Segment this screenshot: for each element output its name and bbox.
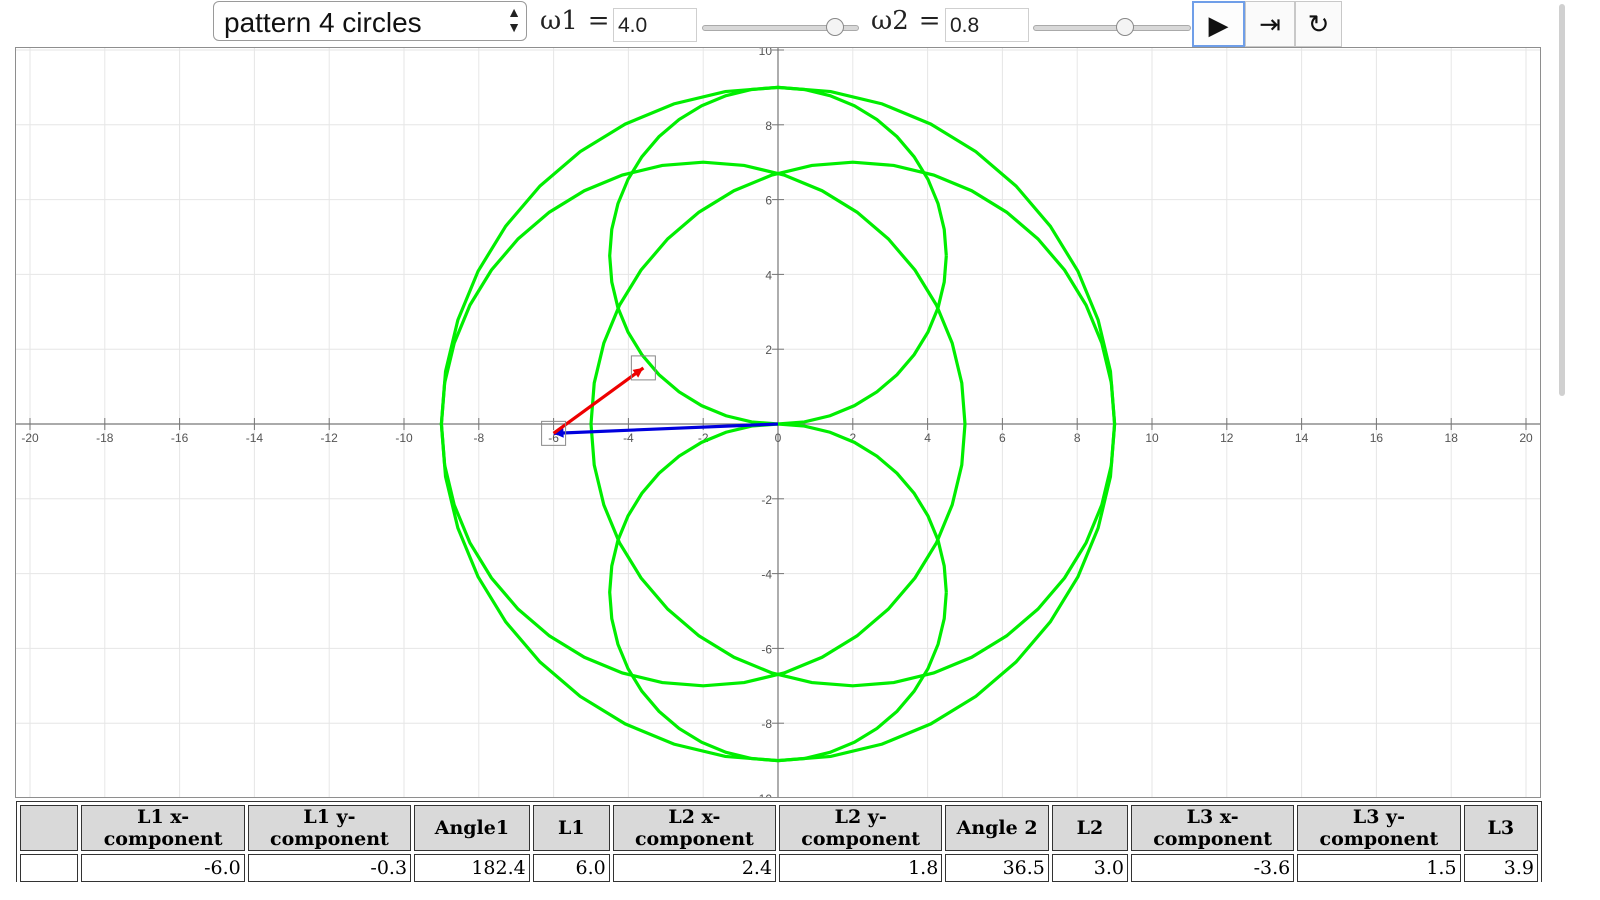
x-tick-label: 14 xyxy=(1295,431,1309,445)
y-tick-label: -2 xyxy=(761,493,772,507)
x-tick-label: 12 xyxy=(1220,431,1234,445)
table-header-cell xyxy=(20,805,79,851)
y-tick-label: -10 xyxy=(755,792,773,798)
table-cell: -6.0 xyxy=(81,854,245,882)
table-header-cell: L2 y-component xyxy=(779,805,943,851)
x-tick-label: -8 xyxy=(473,431,484,445)
x-tick-label: 6 xyxy=(999,431,1006,445)
table-row: -6.0 -0.3 182.4 6.0 2.4 1.8 36.5 3.0 -3.6 1.5 3.9 xyxy=(20,854,1538,882)
play-button[interactable]: ▶ xyxy=(1192,1,1245,47)
omega1-slider-thumb[interactable] xyxy=(826,18,845,36)
x-tick-label: 10 xyxy=(1145,431,1159,445)
toolbar: pattern 4 circles ▲ ▼ ω1 = 4.0 ω2 = 0.8 ▶ ⇥… xyxy=(0,0,1568,48)
x-tick-label: 4 xyxy=(924,431,931,445)
table-cell: 1.8 xyxy=(779,854,943,882)
table-cell xyxy=(20,854,79,882)
x-tick-label: -12 xyxy=(321,431,339,445)
table-cell: -3.6 xyxy=(1130,854,1295,882)
table-header-cell: L1 xyxy=(532,805,610,851)
table-cell: 3.0 xyxy=(1051,854,1128,882)
omega1-label: ω1 = xyxy=(540,6,610,36)
y-tick-label: 2 xyxy=(765,343,772,357)
x-tick-label: -18 xyxy=(96,431,114,445)
table-header-cell: Angle1 xyxy=(414,805,530,851)
omega2-slider[interactable] xyxy=(1033,18,1191,38)
omega2-label: ω2 = xyxy=(871,6,941,36)
select-arrows-icon: ▲ ▼ xyxy=(507,4,521,35)
pattern-select[interactable]: pattern 4 circles ▲ ▼ xyxy=(213,1,527,41)
table-header-cell: Angle 2 xyxy=(945,805,1049,851)
y-tick-label: 8 xyxy=(765,119,772,133)
x-tick-label: 18 xyxy=(1445,431,1459,445)
play-icon: ▶ xyxy=(1208,10,1229,40)
x-tick-label: 16 xyxy=(1370,431,1384,445)
x-tick-label: -16 xyxy=(171,431,189,445)
y-tick-label: -8 xyxy=(761,717,772,731)
y-tick-label: 10 xyxy=(759,48,773,58)
table-header-cell: L3 y-component xyxy=(1297,805,1461,851)
omega2-slider-thumb[interactable] xyxy=(1115,18,1134,36)
table-cell: 3.9 xyxy=(1463,854,1538,882)
table-cell: 2.4 xyxy=(612,854,777,882)
x-tick-label: -14 xyxy=(246,431,264,445)
table-header-cell: L2 xyxy=(1051,805,1128,851)
x-tick-label: -10 xyxy=(395,431,413,445)
table-header-cell: L2 x-component xyxy=(612,805,777,851)
page-scrollbar-thumb[interactable] xyxy=(1559,4,1565,396)
table-cell: -0.3 xyxy=(247,854,412,882)
y-tick-label: 6 xyxy=(765,194,772,208)
reset-button[interactable]: ↻ xyxy=(1295,1,1342,47)
table-header-cell: L1 y-component xyxy=(247,805,412,851)
page-scrollbar[interactable] xyxy=(1557,0,1568,400)
table-header-row: L1 x-component L1 y-component Angle1 L1 L2 x… xyxy=(20,805,1538,851)
table-cell: 182.4 xyxy=(414,854,530,882)
x-tick-label: 20 xyxy=(1519,431,1533,445)
x-tick-label: -4 xyxy=(623,431,634,445)
x-tick-label: 8 xyxy=(1074,431,1081,445)
data-table: L1 x-component L1 y-component Angle1 L1 L2 x… xyxy=(16,801,1542,882)
reset-icon: ↻ xyxy=(1307,9,1330,39)
table-header-cell: L3 xyxy=(1463,805,1538,851)
omega2-slider-track xyxy=(1033,25,1191,31)
table-cell: 36.5 xyxy=(945,854,1049,882)
table-body: -6.0 -0.3 182.4 6.0 2.4 1.8 36.5 3.0 -3.6 1.5 3.9 xyxy=(20,854,1538,882)
table-header-cell: L3 x-component xyxy=(1130,805,1295,851)
plot-area[interactable]: -20 -18 -16 -14 -12 -10 -8 -6 -4 -2 0 2 4 6 8 10 12 14 16 1… xyxy=(15,47,1541,798)
data-table-container: L1 x-component L1 y-component Angle1 L1 L2 x… xyxy=(15,801,1542,882)
x-tick-label: -20 xyxy=(21,431,39,445)
pattern-select-value: pattern 4 circles xyxy=(224,7,422,38)
step-forward-icon: ⇥ xyxy=(1259,9,1281,39)
omega2-input[interactable]: 0.8 xyxy=(945,8,1029,42)
y-tick-label: 4 xyxy=(765,268,772,282)
y-tick-label: -6 xyxy=(761,642,772,656)
y-tick-label: -4 xyxy=(761,568,772,582)
table-cell: 1.5 xyxy=(1297,854,1461,882)
step-forward-button[interactable]: ⇥ xyxy=(1245,1,1295,47)
omega1-input[interactable]: 4.0 xyxy=(613,8,697,42)
x-tick-label: 0 xyxy=(775,431,782,445)
table-header-cell: L1 x-component xyxy=(81,805,245,851)
plot-svg: -20 -18 -16 -14 -12 -10 -8 -6 -4 -2 0 2 4 6 8 10 12 14 16 1… xyxy=(16,48,1540,798)
omega1-slider[interactable] xyxy=(702,18,859,38)
table-cell: 6.0 xyxy=(532,854,610,882)
